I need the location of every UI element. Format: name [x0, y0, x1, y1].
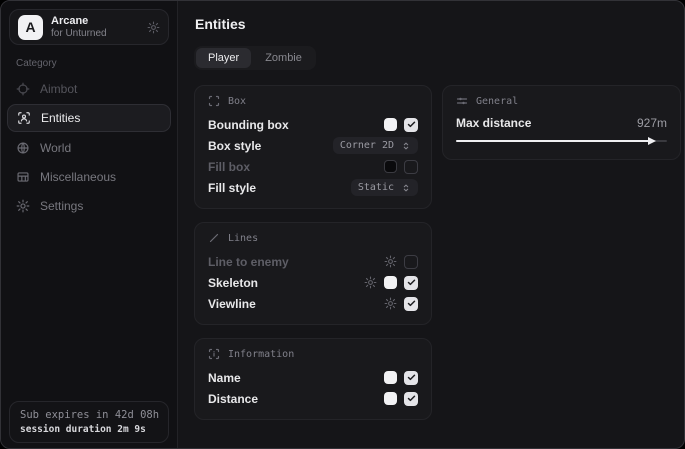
information-section-card: Information Name Distance	[194, 338, 432, 420]
grid-icon	[16, 170, 30, 184]
line-icon	[208, 232, 220, 244]
max-distance-row: Max distance 927m	[456, 114, 667, 132]
viewline-checkbox[interactable]	[404, 297, 418, 311]
lines-section-header: Lines	[208, 232, 418, 244]
sidebar-item-entities[interactable]: Entities	[7, 104, 171, 132]
sub-expires-text: Sub expires in 42d 08h	[20, 409, 158, 421]
bounding-box-label: Bounding box	[208, 118, 289, 132]
app-title: Arcane	[51, 15, 139, 28]
chevrons-up-down-icon	[401, 141, 411, 151]
arcane-logo: A	[18, 15, 43, 40]
chevrons-up-down-icon	[401, 183, 411, 193]
distance-row: Distance	[208, 388, 418, 409]
max-distance-slider-fill	[456, 140, 650, 142]
gear-icon	[16, 199, 30, 213]
name-label: Name	[208, 371, 241, 385]
main-panel: Entities Player Zombie Box Bounding bo	[178, 1, 685, 448]
line-to-enemy-settings-icon[interactable]	[384, 255, 397, 268]
sliders-icon	[456, 95, 468, 107]
box-style-dropdown[interactable]: Corner 2D	[333, 137, 418, 154]
information-icon	[208, 348, 220, 360]
viewline-settings-icon[interactable]	[384, 297, 397, 310]
tab-player[interactable]: Player	[196, 48, 251, 68]
fill-box-row: Fill box	[208, 156, 418, 177]
sidebar-nav: Aimbot Entities World Miscellaneous	[1, 75, 177, 219]
distance-color-swatch[interactable]	[384, 392, 397, 405]
subscription-status-card: Sub expires in 42d 08h session duration …	[9, 401, 169, 443]
fill-style-label: Fill style	[208, 181, 256, 195]
box-style-value: Corner 2D	[340, 140, 394, 151]
distance-label: Distance	[208, 392, 258, 406]
sidebar-item-label: Settings	[40, 199, 83, 213]
bounding-box-checkbox[interactable]	[404, 118, 418, 132]
line-to-enemy-row: Line to enemy	[208, 251, 418, 272]
bounding-box-color-swatch[interactable]	[384, 118, 397, 131]
crosshair-icon	[16, 82, 30, 96]
box-style-label: Box style	[208, 139, 261, 153]
skeleton-settings-icon[interactable]	[364, 276, 377, 289]
session-duration-text: session duration 2m 9s	[20, 424, 158, 435]
lines-section-card: Lines Line to enemy Skeleton	[194, 222, 432, 325]
globe-icon	[16, 141, 30, 155]
box-section-card: Box Bounding box Box style	[194, 85, 432, 209]
line-to-enemy-label: Line to enemy	[208, 255, 289, 269]
entities-icon	[17, 111, 31, 125]
page-title: Entities	[195, 16, 681, 32]
information-section-header: Information	[208, 348, 418, 360]
max-distance-value: 927m	[637, 116, 667, 130]
skeleton-checkbox[interactable]	[404, 276, 418, 290]
app-window: A Arcane for Unturned Category Aimbot	[0, 0, 685, 449]
left-column: Box Bounding box Box style	[194, 85, 432, 420]
sidebar-item-label: Entities	[41, 111, 80, 125]
fill-style-dropdown[interactable]: Static	[351, 179, 418, 196]
viewline-label: Viewline	[208, 297, 256, 311]
slider-thumb[interactable]	[648, 137, 656, 145]
scan-box-icon	[208, 95, 220, 107]
right-column: General Max distance 927m	[442, 85, 681, 160]
fill-style-value: Static	[358, 182, 394, 193]
sidebar-item-world[interactable]: World	[7, 134, 171, 161]
logo-settings-icon[interactable]	[147, 21, 160, 34]
section-title: Box	[228, 96, 246, 107]
bounding-box-row: Bounding box	[208, 114, 418, 135]
general-section-card: General Max distance 927m	[442, 85, 681, 160]
fill-style-row: Fill style Static	[208, 177, 418, 198]
sidebar-item-label: Miscellaneous	[40, 170, 116, 184]
name-row: Name	[208, 367, 418, 388]
name-checkbox[interactable]	[404, 371, 418, 385]
box-style-row: Box style Corner 2D	[208, 135, 418, 156]
name-color-swatch[interactable]	[384, 371, 397, 384]
sidebar-item-label: Aimbot	[40, 82, 77, 96]
entity-tabs: Player Zombie	[194, 46, 316, 70]
fill-box-color-swatch[interactable]	[384, 160, 397, 173]
app-subtitle: for Unturned	[51, 28, 139, 40]
skeleton-row: Skeleton	[208, 272, 418, 293]
sidebar-item-miscellaneous[interactable]: Miscellaneous	[7, 163, 171, 190]
fill-box-checkbox[interactable]	[404, 160, 418, 174]
fill-box-label: Fill box	[208, 160, 250, 174]
section-title: General	[476, 96, 518, 107]
box-section-header: Box	[208, 95, 418, 107]
max-distance-slider[interactable]	[456, 136, 667, 146]
logo-card: A Arcane for Unturned	[9, 9, 169, 45]
sidebar: A Arcane for Unturned Category Aimbot	[1, 1, 178, 448]
sidebar-item-settings[interactable]: Settings	[7, 192, 171, 219]
section-title: Information	[228, 349, 294, 360]
logo-text: Arcane for Unturned	[51, 15, 139, 39]
skeleton-color-swatch[interactable]	[384, 276, 397, 289]
sidebar-item-aimbot[interactable]: Aimbot	[7, 75, 171, 102]
max-distance-label: Max distance	[456, 116, 531, 130]
logo-letter: A	[25, 19, 35, 35]
viewline-row: Viewline	[208, 293, 418, 314]
general-section-header: General	[456, 95, 667, 107]
section-title: Lines	[228, 233, 258, 244]
settings-columns: Box Bounding box Box style	[194, 85, 681, 420]
line-to-enemy-checkbox[interactable]	[404, 255, 418, 269]
distance-checkbox[interactable]	[404, 392, 418, 406]
tab-zombie[interactable]: Zombie	[253, 48, 314, 68]
skeleton-label: Skeleton	[208, 276, 258, 290]
sidebar-item-label: World	[40, 141, 71, 155]
category-label: Category	[16, 58, 177, 69]
